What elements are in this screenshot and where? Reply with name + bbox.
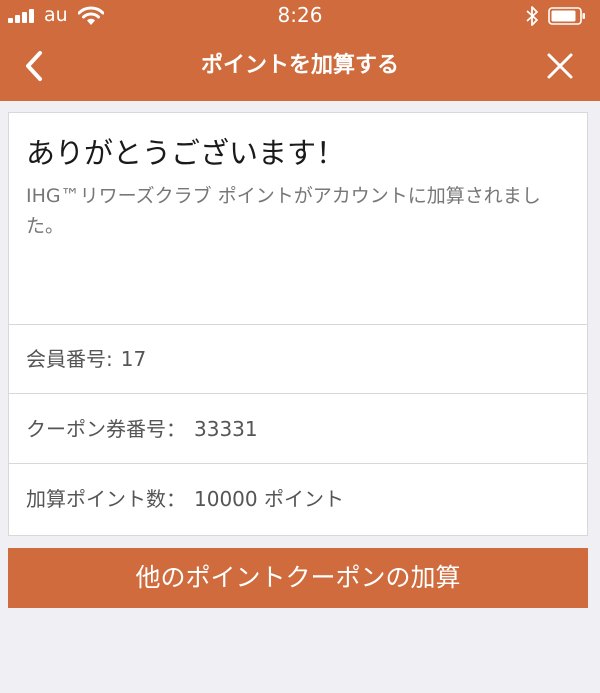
added-points-label: 加算ポイント数： [26,487,186,511]
added-points-value: 10000 ポイント [194,487,344,511]
added-points-row: 加算ポイント数： 10000 ポイント [9,464,587,534]
coupon-number-label: クーポン券番号： [26,417,186,441]
app-header: au 8:26 ポイントを加算する [0,0,600,101]
close-icon[interactable] [542,48,578,84]
member-number-label: 会員番号: [26,347,113,371]
thanks-message: IHG™リワーズクラブ ポイントがアカウントに加算されました。 [26,185,541,237]
member-number-value: 17 [120,347,147,371]
thanks-title: ありがとうございます！ [26,136,346,170]
thanks-section: ありがとうございます！ IHG™リワーズクラブ ポイントがアカウントに加算されま… [9,113,587,325]
status-bar: au 8:26 [0,0,600,32]
confirmation-card: ありがとうございます！ IHG™リワーズクラブ ポイントがアカウントに加算されま… [8,112,588,536]
add-another-coupon-button[interactable]: 他のポイントクーポンの加算 [8,548,588,608]
page-title: ポイントを加算する [200,53,399,78]
status-time: 8:26 [277,3,323,27]
coupon-number-row: クーポン券番号： 33331 [9,394,587,464]
member-number-row: 会員番号: 17 [9,324,587,394]
bluetooth-icon [526,6,538,26]
battery-icon [548,7,585,25]
coupon-number-value: 33331 [194,417,258,441]
